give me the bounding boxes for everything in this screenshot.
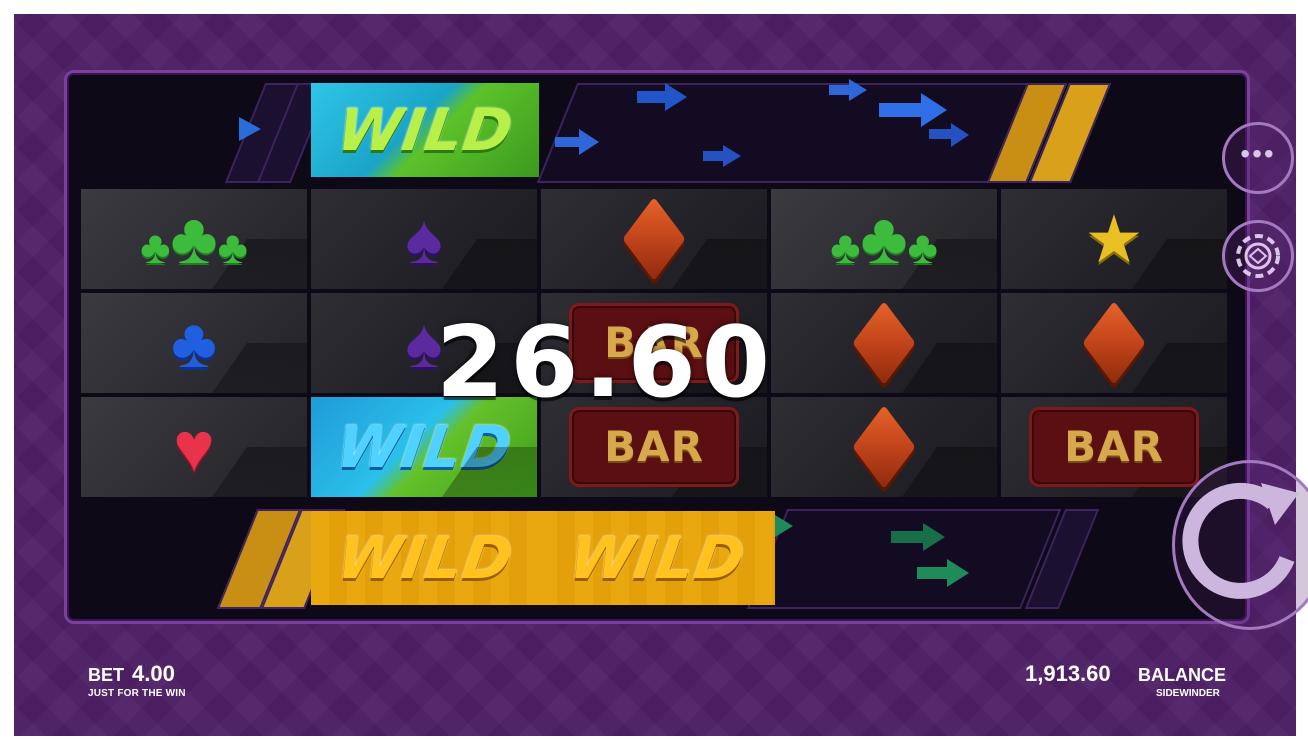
- arrow-icon: [775, 515, 793, 537]
- cell-r1-c3: [541, 189, 767, 289]
- heart-icon: ♥: [173, 408, 215, 486]
- bet-chip-button[interactable]: [1222, 220, 1294, 292]
- arrow-icon: [637, 91, 667, 103]
- arrow-icon: [239, 117, 261, 141]
- arrow-icon: [879, 103, 923, 117]
- arrow-icon: [921, 93, 947, 127]
- wild-symbol-bottom: WILD: [311, 511, 539, 605]
- cell-r1-c2: ♠: [311, 189, 537, 289]
- clover-icon: ♣♣♣: [830, 199, 938, 279]
- wild-symbol-bottom: WILD: [539, 511, 775, 605]
- arrow-icon: [579, 129, 599, 155]
- arrow-icon: [723, 145, 741, 167]
- cell-r1-c4: ♣♣♣: [771, 189, 997, 289]
- spin-arrow-icon: [1182, 482, 1299, 599]
- game-mode-label: JUST FOR THE WIN: [88, 688, 186, 699]
- arrow-icon: [929, 129, 953, 139]
- wild-label: WILD: [331, 413, 517, 481]
- wild-symbol-top: WILD: [311, 83, 539, 177]
- top-sidewinder-strip: WILD: [67, 79, 1247, 183]
- balance-value: 1,913.60: [1025, 661, 1111, 686]
- strip-slant: [746, 509, 1062, 609]
- bottom-sidewinder-strip: WILD WILD: [67, 509, 1247, 609]
- diamond-icon: [622, 197, 686, 281]
- menu-button[interactable]: •••: [1222, 122, 1294, 194]
- bet-label: BET: [88, 665, 124, 685]
- arrow-icon: [829, 85, 851, 95]
- arrow-icon: [891, 531, 925, 543]
- arrow-icon: [849, 79, 867, 101]
- wild-label: WILD: [332, 524, 518, 592]
- bar-label: BAR: [604, 422, 704, 471]
- arrow-icon: [665, 83, 687, 111]
- arrow-icon: [703, 151, 725, 161]
- arrow-icon: [555, 137, 581, 147]
- arrow-icon: [947, 559, 969, 587]
- more-dots-icon: •••: [1240, 138, 1276, 169]
- spade-icon: ♠: [405, 200, 443, 278]
- wild-label: WILD: [332, 96, 518, 164]
- arrow-icon: [923, 523, 945, 551]
- cell-r1-c1: ♣♣♣: [81, 189, 307, 289]
- cell-r1-c5: ★: [1001, 189, 1227, 289]
- wild-label: WILD: [564, 524, 750, 592]
- balance-label: BALANCE: [1138, 665, 1226, 685]
- arrow-icon: [917, 567, 949, 579]
- casino-chip-icon: [1236, 234, 1280, 278]
- win-amount: 26.60: [436, 306, 776, 420]
- star-icon: ★: [1084, 202, 1144, 276]
- strip-slant: [536, 83, 1052, 183]
- bet-value: 4.00: [132, 661, 175, 686]
- game-title-label: SIDEWINDER: [1156, 688, 1220, 699]
- clover-icon: ♣♣♣: [140, 199, 248, 279]
- bar-label: BAR: [1064, 422, 1164, 471]
- arrow-icon: [951, 123, 969, 147]
